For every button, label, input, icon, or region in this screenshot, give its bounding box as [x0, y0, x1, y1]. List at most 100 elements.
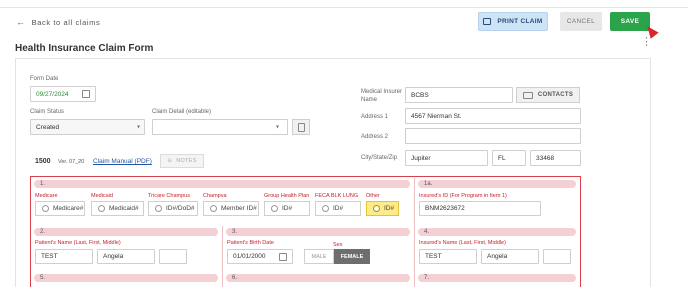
medicare-option[interactable]: Medicare#	[35, 201, 85, 216]
section-5-header: 5.	[34, 274, 218, 282]
state-input[interactable]: FL	[492, 150, 526, 166]
medicare-placeholder: Medicare#	[53, 205, 84, 212]
top-divider	[0, 7, 688, 8]
other-label: Other	[366, 193, 380, 199]
section-2-number: 2.	[40, 229, 46, 235]
insured-last-name-input[interactable]: TEST	[419, 249, 477, 264]
patient-last-name-value: TEST	[41, 253, 58, 260]
tricare-radio[interactable]	[155, 205, 162, 212]
grid-divider-right	[414, 178, 415, 287]
patient-last-name-input[interactable]: TEST	[35, 249, 93, 264]
feca-radio[interactable]	[322, 205, 329, 212]
birth-date-value: 01/01/2000	[233, 253, 266, 260]
claim-status-select[interactable]: Created ▾	[30, 119, 145, 135]
other-option[interactable]: ID#	[366, 201, 399, 216]
section-4-number: 4.	[424, 229, 430, 235]
section-6-header: 6.	[226, 274, 410, 282]
section-2-header: 2.	[34, 228, 218, 236]
form-date-input[interactable]: 09/27/2024	[30, 86, 96, 102]
claim-manual-link[interactable]: Claim Manual (PDF)	[93, 158, 152, 165]
section-1a-header: 1a.	[418, 180, 576, 188]
insured-middle-name-input[interactable]	[543, 249, 571, 264]
tricare-option[interactable]: ID#/DoD#	[148, 201, 198, 216]
patient-first-name-value: Angela	[103, 253, 124, 260]
city-state-zip-label: City/State/Zip	[361, 155, 398, 161]
form-date-value: 09/27/2024	[36, 90, 69, 98]
medicaid-label: Medicaid	[91, 193, 114, 199]
print-label: PRINT CLAIM	[497, 18, 543, 25]
zip-value: 33468	[536, 154, 555, 162]
section-1a-number: 1a.	[424, 181, 433, 187]
page-title: Health Insurance Claim Form	[15, 43, 154, 54]
insurer-name-label: Medical Insurer Name	[361, 89, 403, 103]
claim-status-value: Created	[36, 123, 60, 131]
other-radio[interactable]	[373, 205, 380, 212]
group-health-label: Group Health Plan	[264, 193, 310, 199]
address2-input[interactable]	[405, 128, 581, 144]
medicare-radio[interactable]	[42, 205, 49, 212]
group-health-radio[interactable]	[271, 205, 278, 212]
patient-first-name-input[interactable]: Angela	[97, 249, 155, 264]
section-5-number: 5.	[40, 275, 46, 281]
calendar-icon[interactable]	[82, 90, 90, 98]
tricare-placeholder: ID#/DoD#	[166, 205, 195, 212]
insured-first-name-input[interactable]: Angela	[481, 249, 539, 264]
notes-button[interactable]: ⊝ NOTES	[160, 154, 204, 168]
back-label: Back to all claims	[31, 17, 101, 27]
section-1-number: 1.	[40, 181, 46, 187]
other-placeholder: ID#	[384, 205, 395, 212]
insurer-name-value: BCBS	[411, 91, 429, 99]
print-claim-button[interactable]: PRINT CLAIM	[478, 12, 548, 31]
more-options-icon[interactable]: ⋮	[641, 37, 652, 48]
champva-radio[interactable]	[210, 205, 217, 212]
address1-value: 4567 Nierman St.	[411, 112, 462, 120]
calendar-icon[interactable]	[279, 253, 287, 261]
sex-label: Sex	[333, 242, 343, 248]
chevron-down-icon: ▾	[136, 124, 140, 131]
state-value: FL	[498, 154, 506, 162]
section-7-number: 7.	[424, 275, 430, 281]
section-4-header: 4.	[418, 228, 576, 236]
champva-option[interactable]: Member ID#	[203, 201, 259, 216]
section-7-header: 7.	[418, 274, 576, 282]
insured-last-name-value: TEST	[425, 253, 442, 260]
address2-label: Address 2	[361, 134, 389, 140]
section-3-number: 3.	[232, 229, 238, 235]
insured-id-value: BNM2623672	[425, 205, 465, 212]
patient-name-label: Patient's Name (Last, First, Middle)	[35, 240, 121, 246]
zip-input[interactable]: 33468	[530, 150, 581, 166]
section-3-header: 3.	[226, 228, 410, 236]
document-icon	[297, 122, 305, 132]
champva-label: Champva	[203, 193, 227, 199]
birth-date-label: Patient's Birth Date	[227, 240, 274, 246]
insured-id-label: Insured's ID (For Program in Item 1)	[419, 193, 507, 199]
insurer-name-input[interactable]: BCBS	[405, 87, 513, 103]
claim-detail-select[interactable]: ▾	[152, 119, 288, 135]
birth-date-input[interactable]: 01/01/2000	[227, 249, 293, 264]
medicaid-radio[interactable]	[98, 205, 105, 212]
sex-toggle[interactable]: MALE FEMALE	[304, 249, 370, 264]
cancel-button[interactable]: CANCEL	[560, 12, 602, 31]
feca-option[interactable]: ID#	[315, 201, 361, 216]
arrow-left-icon: ←	[16, 17, 26, 27]
section-6-number: 6.	[232, 275, 238, 281]
sex-male-option[interactable]: MALE	[304, 249, 334, 264]
sex-female-option[interactable]: FEMALE	[334, 249, 370, 264]
medicaid-option[interactable]: Medicaid#	[91, 201, 144, 216]
contacts-button[interactable]: CONTACTS	[516, 87, 580, 103]
chevron-down-icon: ▾	[275, 124, 279, 131]
form-date-label: Form Date	[30, 76, 59, 82]
claim-status-label: Claim Status	[30, 109, 65, 115]
claim-detail-doc-button[interactable]	[292, 119, 310, 135]
feca-placeholder: ID#	[333, 205, 344, 212]
save-label: SAVE	[620, 18, 640, 25]
patient-middle-name-input[interactable]	[159, 249, 187, 264]
city-input[interactable]: Jupiter	[405, 150, 488, 166]
address1-input[interactable]: 4567 Nierman St.	[405, 108, 581, 124]
back-to-claims-link[interactable]: ← Back to all claims	[16, 17, 100, 27]
group-health-option[interactable]: ID#	[264, 201, 310, 216]
section-1-header: 1.	[34, 180, 410, 188]
form-number: 1500	[35, 158, 51, 165]
city-value: Jupiter	[411, 154, 431, 162]
insured-id-input[interactable]: BNM2623672	[419, 201, 541, 216]
